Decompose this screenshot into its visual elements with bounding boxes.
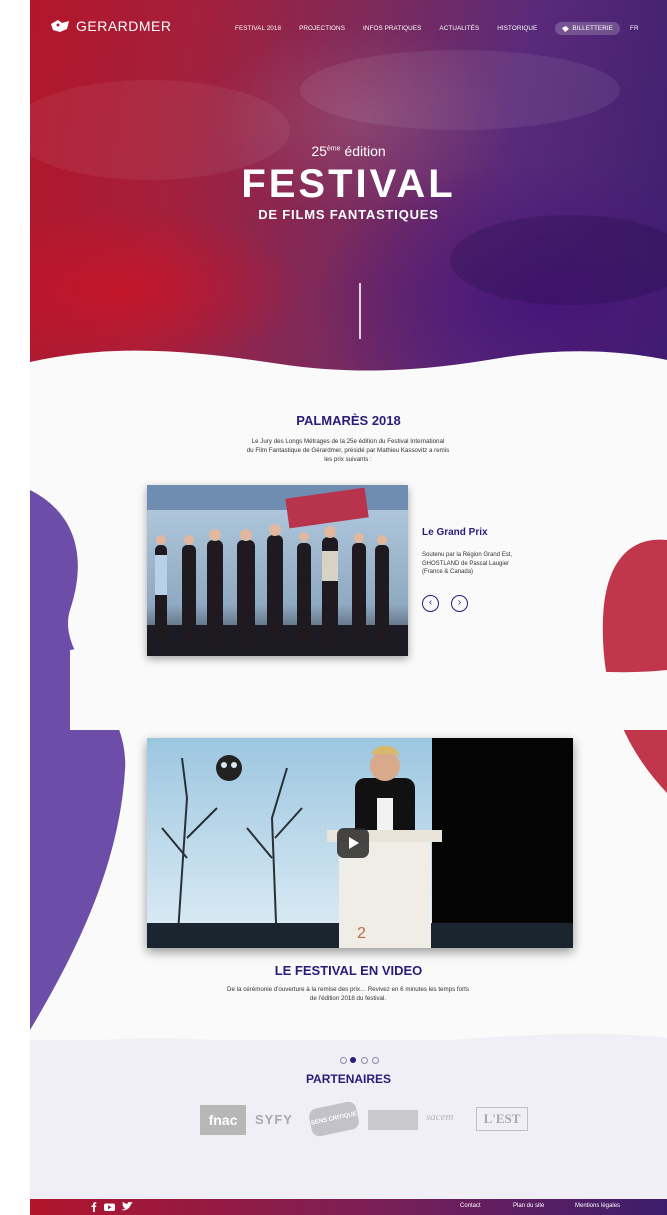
play-button[interactable] bbox=[337, 828, 369, 858]
partner-logo-lest[interactable]: L'EST bbox=[476, 1107, 528, 1131]
partner-logo-senscritique[interactable]: SENS CRITIQUE bbox=[307, 1100, 361, 1138]
video-description: De la cérémonie d'ouverture à la remise … bbox=[188, 985, 508, 1003]
next-arrow-icon[interactable]: › bbox=[451, 595, 468, 612]
ticket-button[interactable]: BILLETTERIE bbox=[555, 22, 620, 35]
video-player[interactable]: 2 bbox=[147, 738, 573, 948]
language-switch[interactable]: FR bbox=[630, 25, 639, 32]
edition-sup: ème bbox=[326, 145, 341, 153]
play-icon bbox=[349, 837, 359, 849]
carousel-dot[interactable] bbox=[340, 1057, 347, 1064]
prize-line: Soutenu par la Région Grand Est, bbox=[422, 552, 513, 558]
scroll-indicator[interactable] bbox=[359, 283, 361, 339]
brand-name: GERARDMER bbox=[76, 18, 172, 34]
ticket-label: BILLETTERIE bbox=[572, 25, 613, 32]
prize-line: (France & Canada) bbox=[422, 569, 474, 575]
award-ceremony-image bbox=[147, 485, 408, 656]
partner-logo-text: sacem bbox=[426, 1111, 454, 1123]
partner-logo-syfy[interactable]: SYFY bbox=[255, 1112, 293, 1127]
edition-label: 25ème édition bbox=[30, 143, 667, 159]
edition-word: édition bbox=[340, 143, 386, 159]
partner-logo-grey[interactable] bbox=[368, 1110, 418, 1130]
palmares-intro-line: Le Jury des Longs Métrages de la 25e édi… bbox=[251, 438, 445, 445]
partners-title: PARTENAIRES bbox=[305, 1072, 392, 1086]
nav-actualites[interactable]: ACTUALITÉS bbox=[439, 25, 479, 32]
carousel-dot[interactable] bbox=[361, 1057, 368, 1064]
partner-logo-sacem[interactable]: sacem bbox=[426, 1111, 454, 1123]
palmares-title: PALMARÈS 2018 bbox=[296, 413, 401, 428]
prev-arrow-icon[interactable]: ‹ bbox=[422, 595, 439, 612]
video-title: LE FESTIVAL EN VIDEO bbox=[274, 963, 423, 978]
nav-infos[interactable]: INFOS PRATIQUES bbox=[363, 25, 421, 32]
nav-festival[interactable]: FESTIVAL 2018 bbox=[235, 25, 281, 32]
footer-link-legal[interactable]: Mentions légales bbox=[575, 1203, 620, 1209]
partner-logo-fnac[interactable]: fnac bbox=[200, 1105, 246, 1135]
carousel-dot[interactable] bbox=[372, 1057, 379, 1064]
hero-wave bbox=[30, 350, 667, 380]
nav-historique[interactable]: HISTORIQUE bbox=[497, 25, 537, 32]
footer-link-sitemap[interactable]: Plan du site bbox=[513, 1203, 544, 1209]
partner-logo-text: SYFY bbox=[255, 1112, 293, 1127]
prize-line: GHOSTLAND de Pascal Laugier bbox=[422, 560, 510, 567]
page: GERARDMER FESTIVAL 2018 PROJECTIONS INFO… bbox=[30, 0, 667, 1215]
partner-logo-text: fnac bbox=[208, 1112, 238, 1128]
palmares-intro: Le Jury des Longs Métrages de la 25e édi… bbox=[223, 437, 473, 464]
video-text-line: De la cérémonie d'ouverture à la remise … bbox=[227, 986, 469, 993]
prize-title: Le Grand Prix bbox=[422, 527, 488, 538]
nav-projections[interactable]: PROJECTIONS bbox=[299, 25, 345, 32]
social-icons bbox=[91, 1202, 133, 1212]
partners-logos: fnac SYFY SENS CRITIQUE sacem L'EST bbox=[200, 1100, 530, 1138]
hero-banner: GERARDMER FESTIVAL 2018 PROJECTIONS INFO… bbox=[30, 0, 667, 380]
prize-description: Soutenu par la Région Grand Est, GHOSTLA… bbox=[422, 551, 552, 577]
edition-number: 25 bbox=[311, 143, 327, 159]
svg-text:2: 2 bbox=[357, 925, 366, 942]
partner-logo-text: L'EST bbox=[483, 1111, 521, 1126]
site-logo[interactable]: GERARDMER bbox=[50, 18, 172, 34]
hero-subtitle: DE FILMS FANTASTIQUES bbox=[258, 207, 439, 222]
palmares-intro-line: les prix suivants : bbox=[324, 456, 372, 463]
footer-link-contact[interactable]: Contact bbox=[460, 1203, 481, 1209]
palmares-photo[interactable] bbox=[147, 485, 408, 656]
hero-title: FESTIVAL bbox=[241, 162, 456, 206]
ticket-icon bbox=[562, 25, 570, 32]
mask-logo-icon bbox=[51, 20, 69, 32]
footer: Contact Plan du site Mentions légales bbox=[30, 1199, 667, 1215]
carousel-dot-active[interactable] bbox=[350, 1057, 356, 1063]
palmares-intro-line: du Film Fantastique de Gérardmer, présid… bbox=[246, 447, 450, 454]
partner-logo-text: SENS CRITIQUE bbox=[310, 1111, 358, 1127]
video-text-line: de l'édition 2018 du festival. bbox=[309, 995, 387, 1002]
main-nav: FESTIVAL 2018 PROJECTIONS INFOS PRATIQUE… bbox=[235, 22, 639, 35]
